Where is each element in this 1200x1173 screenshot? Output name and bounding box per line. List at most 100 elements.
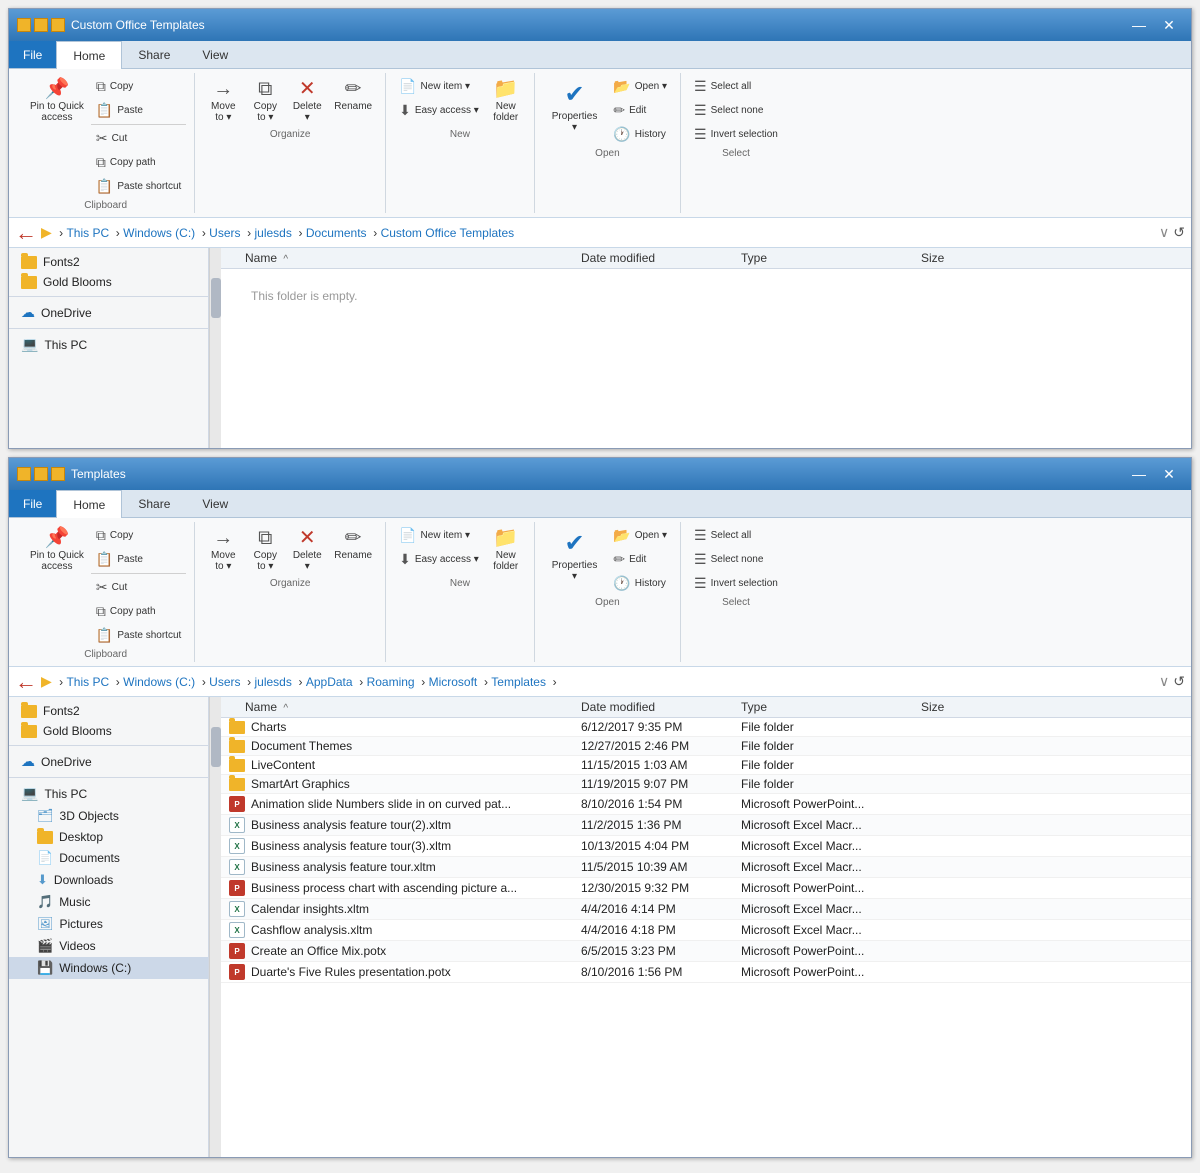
sidebar-item-onedrive-2[interactable]: ☁ OneDrive xyxy=(9,750,208,773)
edit-button-1[interactable]: ✏ Edit xyxy=(608,99,672,122)
col-header-date-2[interactable]: Date modified xyxy=(581,700,741,714)
addr-julesds-1[interactable]: julesds xyxy=(255,226,292,240)
select-all-button-1[interactable]: ☰ Select all xyxy=(689,75,783,98)
copy-to-button-2[interactable]: ⧉ Copyto ▾ xyxy=(245,524,285,576)
sidebar-item-this-pc-2[interactable]: 💻 This PC xyxy=(9,782,208,805)
tab-file-1[interactable]: File xyxy=(9,41,56,68)
addr-julesds-2[interactable]: julesds xyxy=(255,675,292,689)
addr-templates-2[interactable]: Templates xyxy=(491,675,546,689)
paste-button-2[interactable]: 📋 Paste xyxy=(91,548,186,571)
new-folder-button-2[interactable]: 📁 Newfolder xyxy=(486,524,526,576)
sidebar-item-fonts2-2[interactable]: Fonts2 xyxy=(9,701,208,721)
table-row[interactable]: P Create an Office Mix.potx 6/5/2015 3:2… xyxy=(221,941,1191,962)
invert-selection-button-1[interactable]: ☰ Invert selection xyxy=(689,123,783,146)
history-button-1[interactable]: 🕐 History xyxy=(608,123,672,146)
paste-shortcut-button-2[interactable]: 📋 Paste shortcut xyxy=(91,624,186,647)
sidebar-item-desktop-2[interactable]: Desktop xyxy=(9,827,208,847)
new-item-button-1[interactable]: 📄 New item ▾ xyxy=(394,75,484,98)
table-row[interactable]: Charts 6/12/2017 9:35 PM File folder xyxy=(221,718,1191,737)
table-row[interactable]: P Animation slide Numbers slide in on cu… xyxy=(221,794,1191,815)
properties-button-2[interactable]: ✔ Properties▾ xyxy=(543,524,607,587)
invert-selection-button-2[interactable]: ☰ Invert selection xyxy=(689,572,783,595)
open-button-1[interactable]: 📂 Open ▾ xyxy=(608,75,672,98)
sidebar-item-onedrive-1[interactable]: ☁ OneDrive xyxy=(9,301,208,324)
table-row[interactable]: P Duarte's Five Rules presentation.potx … xyxy=(221,962,1191,983)
col-header-type-1[interactable]: Type xyxy=(741,251,921,265)
sidebar-item-this-pc-1[interactable]: 💻 This PC xyxy=(9,333,208,356)
table-row[interactable]: X Business analysis feature tour(3).xltm… xyxy=(221,836,1191,857)
table-row[interactable]: X Business analysis feature tour.xltm 11… xyxy=(221,857,1191,878)
col-header-size-1[interactable]: Size xyxy=(921,251,1001,265)
sidebar-item-3d-objects-2[interactable]: 🗂 3D Objects xyxy=(9,805,208,827)
sidebar-scrollbar-2[interactable] xyxy=(209,697,221,1157)
sidebar-item-windows-c-2[interactable]: 💾 Windows (C:) xyxy=(9,957,208,979)
pin-to-quick-access-button-2[interactable]: 📌 Pin to Quickaccess xyxy=(25,524,89,576)
minimize-button-2[interactable]: — xyxy=(1125,463,1153,485)
table-row[interactable]: SmartArt Graphics 11/19/2015 9:07 PM Fil… xyxy=(221,775,1191,794)
paste-button-1[interactable]: 📋 Paste xyxy=(91,99,186,122)
table-row[interactable]: P Business process chart with ascending … xyxy=(221,878,1191,899)
sidebar-item-documents-2[interactable]: 📄 Documents xyxy=(9,847,208,869)
history-button-2[interactable]: 🕐 History xyxy=(608,572,672,595)
addr-users-2[interactable]: Users xyxy=(209,675,240,689)
sidebar-item-videos-2[interactable]: 🎬 Videos xyxy=(9,935,208,957)
sidebar-item-downloads-2[interactable]: ⬇ Downloads xyxy=(9,869,208,891)
col-header-date-1[interactable]: Date modified xyxy=(581,251,741,265)
tab-home-2[interactable]: Home xyxy=(56,490,122,518)
table-row[interactable]: X Calendar insights.xltm 4/4/2016 4:14 P… xyxy=(221,899,1191,920)
addr-users-1[interactable]: Users xyxy=(209,226,240,240)
table-row[interactable]: X Cashflow analysis.xltm 4/4/2016 4:18 P… xyxy=(221,920,1191,941)
addr-windows-c-1[interactable]: Windows (C:) xyxy=(123,226,195,240)
new-item-button-2[interactable]: 📄 New item ▾ xyxy=(394,524,484,547)
cut-button-2[interactable]: ✂ Cut xyxy=(91,576,186,599)
col-header-type-2[interactable]: Type xyxy=(741,700,921,714)
new-folder-button-1[interactable]: 📁 Newfolder xyxy=(486,75,526,127)
addr-microsoft-2[interactable]: Microsoft xyxy=(429,675,478,689)
pin-to-quick-access-button-1[interactable]: 📌 Pin to Quickaccess xyxy=(25,75,89,127)
tab-view-1[interactable]: View xyxy=(186,41,244,68)
sidebar-item-gold-blooms-1[interactable]: Gold Blooms xyxy=(9,272,208,292)
sidebar-item-pictures-2[interactable]: 🖼 Pictures xyxy=(9,913,208,935)
move-to-button-2[interactable]: → Moveto ▾ xyxy=(203,524,243,576)
table-row[interactable]: Document Themes 12/27/2015 2:46 PM File … xyxy=(221,737,1191,756)
table-row[interactable]: X Business analysis feature tour(2).xltm… xyxy=(221,815,1191,836)
cut-button-1[interactable]: ✂ Cut xyxy=(91,127,186,150)
copy-button-1[interactable]: ⧉ Copy xyxy=(91,75,186,98)
copy-button-2[interactable]: ⧉ Copy xyxy=(91,524,186,547)
tab-share-1[interactable]: Share xyxy=(122,41,186,68)
copy-path-button-1[interactable]: ⧉ Copy path xyxy=(91,151,186,174)
paste-shortcut-button-1[interactable]: 📋 Paste shortcut xyxy=(91,175,186,198)
col-header-name-2[interactable]: Name ^ xyxy=(221,700,581,714)
rename-button-1[interactable]: ✏ Rename xyxy=(329,75,377,116)
addr-this-pc-1[interactable]: This PC xyxy=(66,226,109,240)
col-header-name-1[interactable]: Name ^ xyxy=(221,251,581,265)
sidebar-item-gold-blooms-2[interactable]: Gold Blooms xyxy=(9,721,208,741)
close-button-2[interactable]: ✕ xyxy=(1155,463,1183,485)
delete-button-1[interactable]: ✕ Delete▾ xyxy=(287,75,327,127)
easy-access-button-1[interactable]: ⬇ Easy access ▾ xyxy=(394,99,484,122)
open-button-2[interactable]: 📂 Open ▾ xyxy=(608,524,672,547)
sidebar-scrollbar-1[interactable] xyxy=(209,248,221,448)
tab-share-2[interactable]: Share xyxy=(122,490,186,517)
tab-home-1[interactable]: Home xyxy=(56,41,122,69)
select-all-button-2[interactable]: ☰ Select all xyxy=(689,524,783,547)
addr-roaming-2[interactable]: Roaming xyxy=(367,675,415,689)
table-row[interactable]: LiveContent 11/15/2015 1:03 AM File fold… xyxy=(221,756,1191,775)
refresh-button-1[interactable]: ↺ xyxy=(1173,224,1185,241)
move-to-button-1[interactable]: → Moveto ▾ xyxy=(203,75,243,127)
addr-appdata-2[interactable]: AppData xyxy=(306,675,353,689)
sidebar-item-music-2[interactable]: 🎵 Music xyxy=(9,891,208,913)
copy-path-button-2[interactable]: ⧉ Copy path xyxy=(91,600,186,623)
minimize-button-1[interactable]: — xyxy=(1125,14,1153,36)
addr-custom-office-1[interactable]: Custom Office Templates xyxy=(381,226,515,240)
addr-this-pc-2[interactable]: This PC xyxy=(66,675,109,689)
rename-button-2[interactable]: ✏ Rename xyxy=(329,524,377,565)
select-none-button-1[interactable]: ☰ Select none xyxy=(689,99,783,122)
col-header-size-2[interactable]: Size xyxy=(921,700,1001,714)
select-none-button-2[interactable]: ☰ Select none xyxy=(689,548,783,571)
refresh-button-2[interactable]: ↺ xyxy=(1173,673,1185,690)
tab-file-2[interactable]: File xyxy=(9,490,56,517)
copy-to-button-1[interactable]: ⧉ Copyto ▾ xyxy=(245,75,285,127)
close-button-1[interactable]: ✕ xyxy=(1155,14,1183,36)
delete-button-2[interactable]: ✕ Delete▾ xyxy=(287,524,327,576)
